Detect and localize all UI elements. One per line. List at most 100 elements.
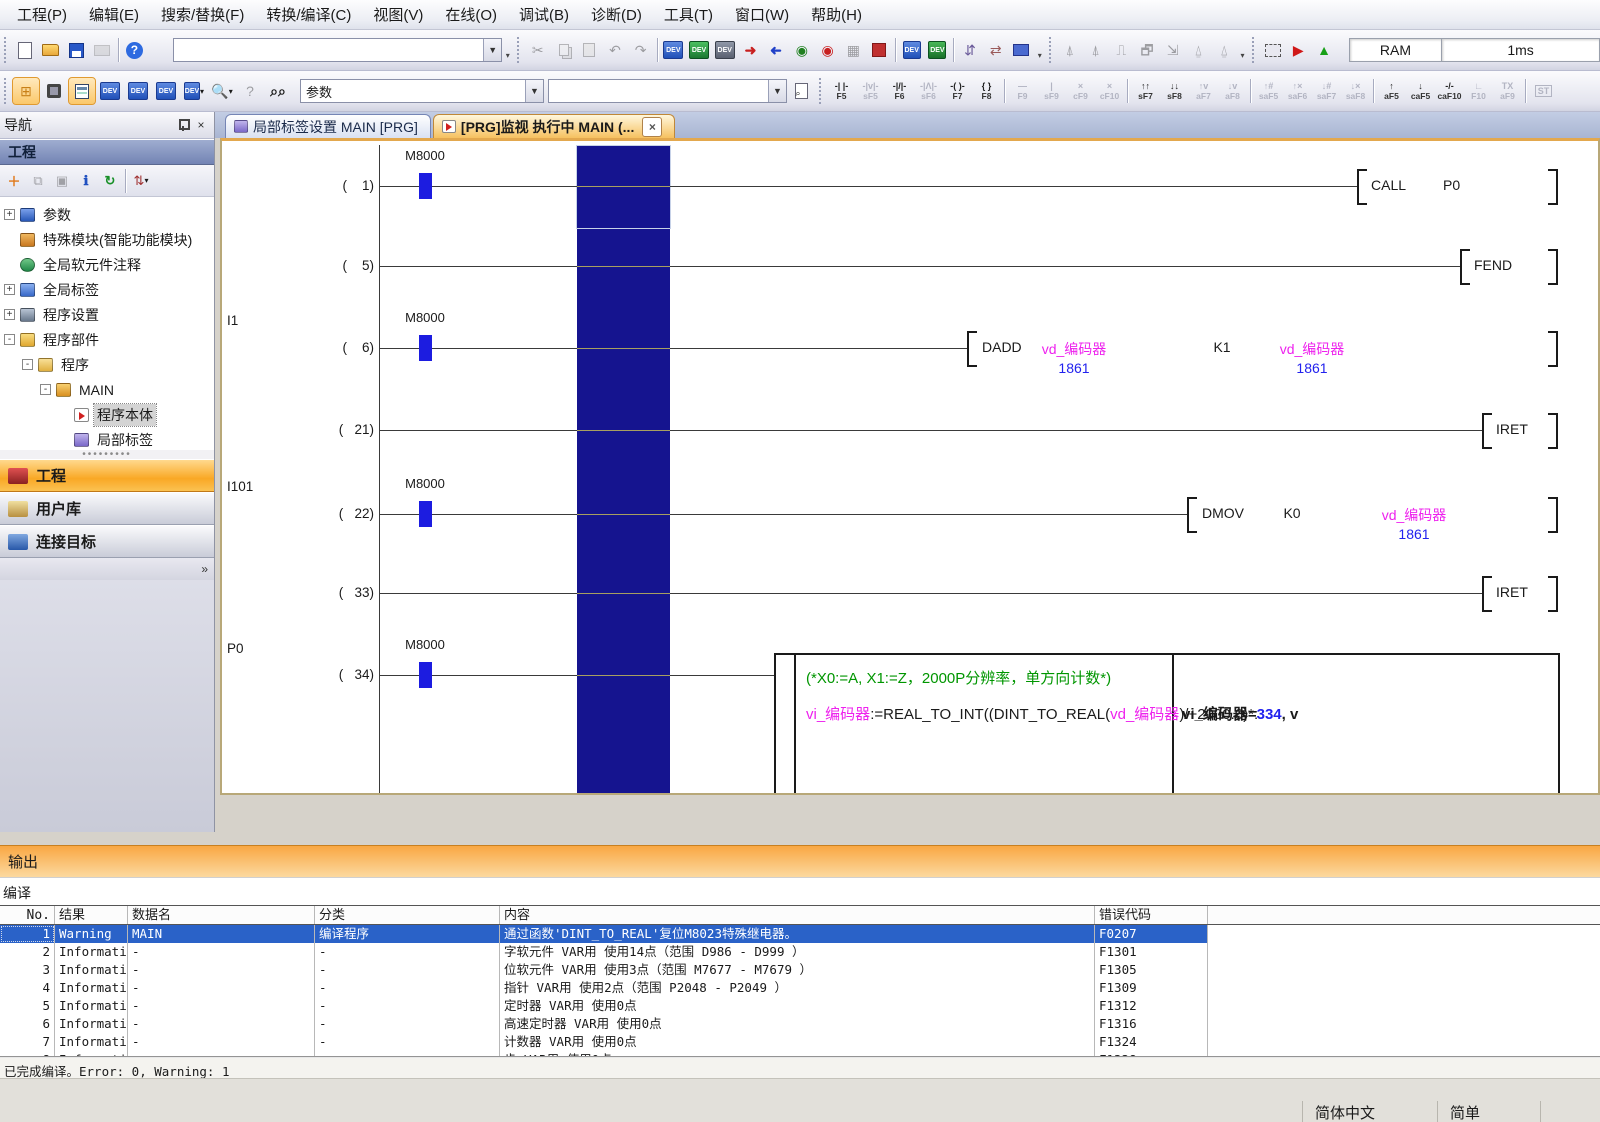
ladder-falling-pulse-branch-button[interactable]: ↓vaF8	[1219, 74, 1246, 108]
menu-help[interactable]: 帮助(H)	[800, 1, 873, 28]
ladder-comment-button[interactable]: TXaF9	[1494, 74, 1521, 108]
nav-button-project[interactable]: 工程	[0, 459, 214, 492]
menu-view[interactable]: 视图(V)	[362, 1, 434, 28]
ladder-closed-contact-button[interactable]: -|/|-F6	[886, 74, 913, 108]
device-list-icon[interactable]: DEV	[125, 78, 151, 104]
menu-edit[interactable]: 编辑(E)	[78, 1, 150, 28]
contact-m8000[interactable]	[419, 335, 432, 361]
new-project-icon[interactable]	[13, 37, 37, 63]
col-result[interactable]: 结果	[55, 906, 128, 924]
menu-find-replace[interactable]: 搜索/替换(F)	[150, 1, 255, 28]
copy-icon[interactable]	[552, 37, 576, 63]
property-icon[interactable]: ℹ	[74, 169, 98, 193]
edit-cursor[interactable]	[576, 145, 671, 229]
menu-online[interactable]: 在线(O)	[434, 1, 508, 28]
table-row[interactable]: 5Information--定时器 VAR用 使用0点F1312	[0, 997, 1600, 1015]
menu-tools[interactable]: 工具(T)	[653, 1, 724, 28]
ladder-coil-button[interactable]: -( )-F7	[944, 74, 971, 108]
device-watch-icon[interactable]: DEV▾	[181, 78, 207, 104]
ladder-open-branch-button[interactable]: -|v|-sF5	[857, 74, 884, 108]
toolbar-grip[interactable]	[517, 37, 522, 63]
help-context-icon[interactable]: ?	[237, 78, 263, 104]
ladder-editor[interactable]: ( 1) M8000 CALL P0 ( 5) FEND I1 ( 6) M80…	[220, 138, 1600, 795]
tree-item-parameter[interactable]: + 参数	[0, 202, 214, 227]
scan-monitor-2-icon[interactable]: ⍙	[1212, 37, 1236, 63]
operand-vd-encoder-dst[interactable]: vd_编码器	[1344, 505, 1484, 525]
device-read-icon[interactable]: DEV	[687, 37, 711, 63]
monitor-warning-icon[interactable]: ▲	[1312, 37, 1336, 63]
close-panel-icon[interactable]: ×	[192, 116, 210, 134]
ladder-rising-pulse-branch-button[interactable]: ↑vaF7	[1190, 74, 1217, 108]
monitor-write-icon[interactable]: ◉	[816, 37, 840, 63]
menu-debug[interactable]: 调试(B)	[508, 1, 580, 28]
cross-reference-icon[interactable]: ⌕⌕	[265, 78, 291, 104]
write-to-plc-icon[interactable]: ➜	[739, 37, 763, 63]
toolbar-grip[interactable]	[4, 78, 9, 104]
tab-program-monitor[interactable]: [PRG]监视 执行中 MAIN (... ×	[433, 114, 675, 138]
read-from-plc-icon[interactable]: ➜	[764, 37, 788, 63]
expand-icon[interactable]: +	[4, 284, 15, 295]
element-selection-icon[interactable]	[69, 78, 95, 104]
ladder-delete-hline-button[interactable]: ×cF9	[1067, 74, 1094, 108]
ladder-closed-branch-button[interactable]: -|Λ|-sF6	[915, 74, 942, 108]
contact-m8000[interactable]	[419, 501, 432, 527]
nav-button-connection-destination[interactable]: 连接目标	[0, 525, 214, 558]
open-project-icon[interactable]	[38, 37, 62, 63]
device-write-icon[interactable]: DEV	[661, 37, 685, 63]
module-config-icon[interactable]	[41, 78, 67, 104]
ladder-falling-pulse-button[interactable]: ↓↓sF8	[1161, 74, 1188, 108]
instruction-iret[interactable]: IRET	[1493, 584, 1531, 600]
tree-item-program[interactable]: - 程序	[0, 352, 214, 377]
tree-item-local-label[interactable]: 局部标签	[0, 427, 214, 449]
cut-icon[interactable]: ✂	[526, 37, 550, 63]
expand-icon[interactable]: -	[4, 334, 15, 345]
menu-project[interactable]: 工程(P)	[6, 1, 78, 28]
col-no[interactable]: No.	[0, 906, 55, 924]
device-comment-find-icon[interactable]: DEV	[97, 78, 123, 104]
toolbar-grip[interactable]	[1049, 37, 1054, 63]
help-icon[interactable]: ?	[123, 37, 147, 63]
refresh-icon[interactable]: ↻	[98, 169, 122, 193]
toolbar-overflow-icon[interactable]: ▾	[1237, 37, 1248, 63]
sampling-trace-icon[interactable]: ⎍	[1109, 37, 1133, 63]
output-panel-header[interactable]: 输出	[0, 845, 1600, 877]
tree-item-program-setting[interactable]: + 程序设置	[0, 302, 214, 327]
device-batch-icon[interactable]: DEV	[153, 78, 179, 104]
instruction-iret[interactable]: IRET	[1493, 421, 1531, 437]
table-row[interactable]: 2Information--字软元件 VAR用 使用14点（范围 D986 - …	[0, 943, 1600, 961]
col-error-code[interactable]: 错误代码	[1095, 906, 1208, 924]
instruction-dmov[interactable]: DMOV	[1199, 505, 1247, 521]
combo-caret-icon[interactable]: ▼	[768, 80, 786, 102]
verify-with-plc-icon[interactable]: ▦	[841, 37, 865, 63]
expand-icon[interactable]: +	[4, 309, 15, 320]
col-category[interactable]: 分类	[315, 906, 500, 924]
tree-item-main[interactable]: - MAIN	[0, 377, 214, 402]
sort-icon[interactable]: ⇅▾	[129, 169, 153, 193]
ladder-pulse-pe-contact-button[interactable]: ↓#saF7	[1313, 74, 1340, 108]
scan-monitor-1-icon[interactable]: ⍙	[1187, 37, 1211, 63]
ladder-delete-vline-button[interactable]: ×cF10	[1096, 74, 1123, 108]
transfer-setup-icon[interactable]: ⇵	[958, 37, 982, 63]
inline-st-button[interactable]: ST	[1530, 74, 1557, 108]
sidebar-more-buttons[interactable]: »	[0, 558, 214, 580]
ladder-invert-operation-button[interactable]: -/-caF10	[1436, 74, 1463, 108]
ladder-rung-button[interactable]: ∟F10	[1465, 74, 1492, 108]
remote-operation-icon[interactable]	[867, 37, 891, 63]
monitor-mode-icon[interactable]: ▶	[1286, 37, 1310, 63]
tab-close-icon[interactable]: ×	[642, 117, 662, 137]
sidebar-splitter[interactable]: •••••••••	[0, 449, 214, 459]
ladder-pulse-ne-branch-button[interactable]: ↑×saF6	[1284, 74, 1311, 108]
table-row[interactable]: 1WarningMAIN编译程序通过函数'DINT_TO_REAL'复位M802…	[0, 925, 1600, 943]
navigation-window-icon[interactable]: ⊞	[13, 78, 39, 104]
operand-p0[interactable]: P0	[1440, 177, 1463, 193]
save-project-icon[interactable]	[64, 37, 88, 63]
combo-caret-icon[interactable]: ▼	[483, 39, 501, 61]
expand-icon[interactable]: +	[4, 209, 15, 220]
pin-icon[interactable]	[174, 116, 192, 134]
ladder-open-contact-button[interactable]: -| |-F5	[828, 74, 855, 108]
expand-icon[interactable]: -	[40, 384, 51, 395]
instruction-call[interactable]: CALL	[1368, 177, 1409, 193]
toolbar-grip[interactable]	[4, 37, 9, 63]
tree-item-global-device-comment[interactable]: 全局软元件注释	[0, 252, 214, 277]
tab-local-label-setting[interactable]: 局部标签设置 MAIN [PRG]	[225, 114, 431, 138]
